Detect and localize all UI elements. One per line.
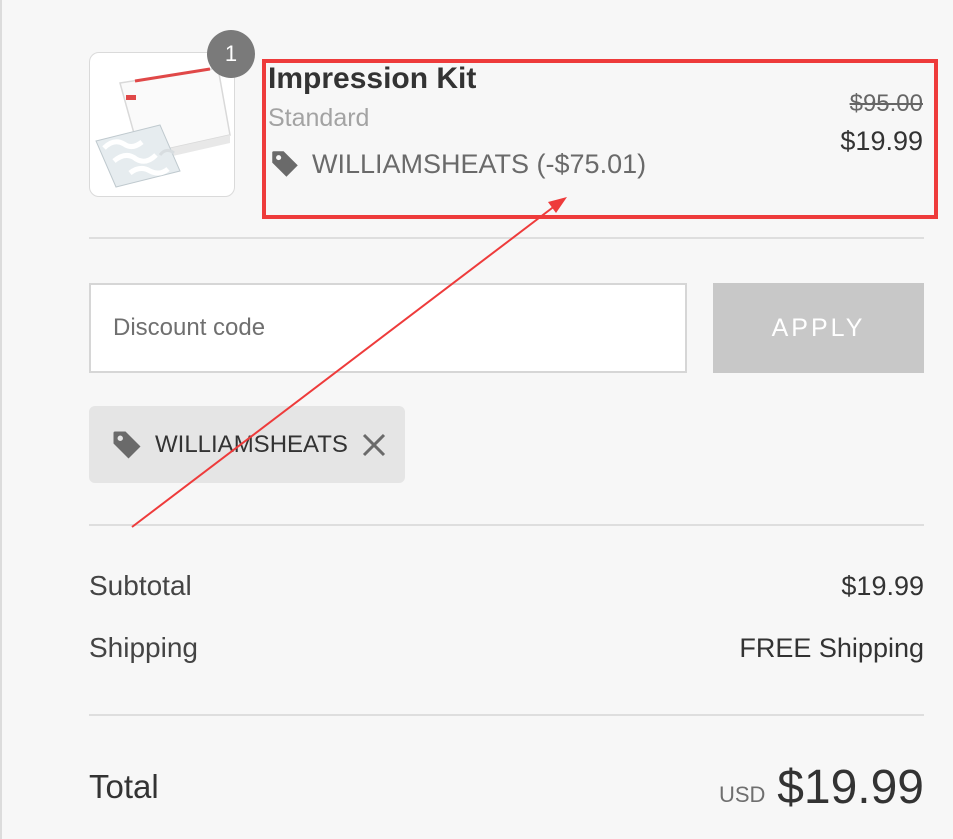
subtotal-value: $19.99: [841, 571, 924, 601]
divider: [89, 237, 924, 239]
total-label: Total: [89, 768, 159, 805]
total-amount: $19.99: [777, 761, 924, 814]
apply-button[interactable]: APPLY: [713, 283, 924, 373]
shipping-value: FREE Shipping: [739, 633, 924, 663]
total-currency: USD: [719, 782, 766, 807]
product-thumbnail: [89, 52, 235, 197]
close-icon[interactable]: [361, 432, 387, 458]
left-divider: [0, 0, 2, 839]
divider: [89, 524, 924, 526]
product-image: [95, 67, 231, 188]
quantity-badge: 1: [207, 30, 255, 78]
divider: [89, 714, 924, 716]
tag-icon: [113, 431, 141, 458]
applied-discount-tag: WILLIAMSHEATS: [89, 406, 405, 483]
subtotal-label: Subtotal: [89, 570, 192, 601]
discount-code-input[interactable]: [89, 283, 687, 373]
applied-discount-code: WILLIAMSHEATS: [155, 430, 348, 458]
highlight-box: [262, 59, 938, 219]
shipping-label: Shipping: [89, 632, 198, 663]
